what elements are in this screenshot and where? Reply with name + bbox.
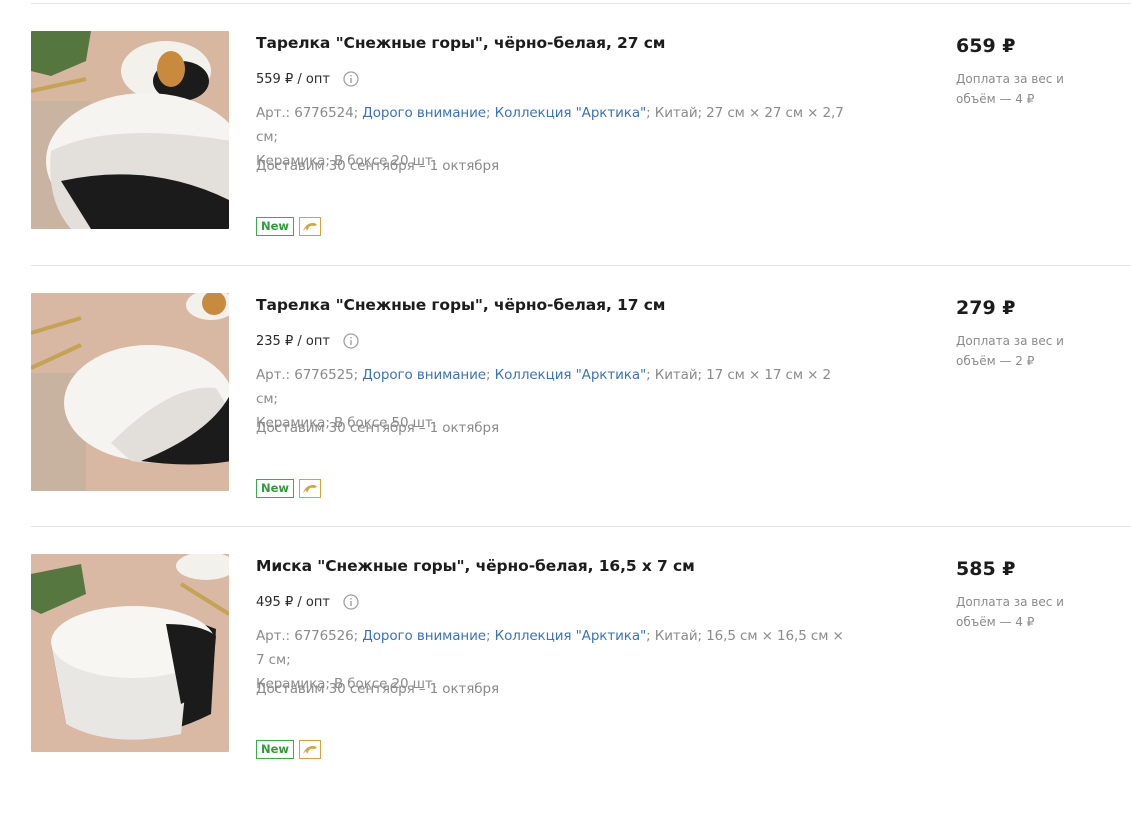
wholesale-price: 559 ₽ / опт [256,71,359,87]
product-price: 279 ₽ [956,297,1016,319]
badge-row: New [256,217,322,236]
wholesale-price-text: 495 ₽ / опт [256,594,330,610]
product-divider [31,265,1131,266]
tag-link-gift[interactable]: Дорого внимание [362,367,486,383]
top-divider [31,3,1131,4]
product-title[interactable]: Миска "Снежные горы", чёрно-белая, 16,5 … [256,557,695,575]
tag-link-gift[interactable]: Дорого внимание [362,628,486,644]
product-price: 659 ₽ [956,35,1016,57]
info-icon[interactable] [343,594,359,610]
tag-link-collection[interactable]: Коллекция "Арктика" [495,367,647,383]
article-number: Арт.: 6776524; [256,105,359,121]
product-card: Миска "Снежные горы", чёрно-белая, 16,5 … [0,554,1131,816]
surcharge-note: Доплата за вес и объём — 2 ₽ [956,334,1064,368]
product-image[interactable] [31,554,229,752]
new-badge: New [256,217,295,236]
wholesale-price: 235 ₽ / опт [256,333,359,349]
separator: ; [485,628,491,644]
badge-row: New [256,740,322,759]
wholesale-price: 495 ₽ / опт [256,594,359,610]
surcharge-note: Доплата за вес и объём — 4 ₽ [956,595,1064,629]
product-title[interactable]: Тарелка "Снежные горы", чёрно-белая, 17 … [256,296,665,314]
wholesale-price-text: 559 ₽ / опт [256,71,330,87]
product-image[interactable] [31,31,229,229]
new-badge: New [256,740,295,759]
product-title[interactable]: Тарелка "Снежные горы", чёрно-белая, 27 … [256,34,665,52]
new-badge: New [256,479,295,498]
tag-link-collection[interactable]: Коллекция "Арктика" [495,628,647,644]
info-icon[interactable] [343,333,359,349]
product-card: Тарелка "Снежные горы", чёрно-белая, 27 … [0,31,1131,293]
info-icon[interactable] [343,71,359,87]
product-price: 585 ₽ [956,558,1016,580]
separator: ; [485,105,491,121]
wholesale-price-text: 235 ₽ / опт [256,333,330,349]
delivery-info: Доставим 30 сентября – 1 октября [256,158,500,174]
article-number: Арт.: 6776525; [256,367,359,383]
product-image[interactable] [31,293,229,491]
surcharge-note: Доплата за вес и объём — 4 ₽ [956,72,1064,106]
product-divider [31,526,1131,527]
separator: ; [485,367,491,383]
dolphin-icon [299,479,322,498]
dolphin-icon [299,740,322,759]
product-card: Тарелка "Снежные горы", чёрно-белая, 17 … [0,293,1131,555]
delivery-info: Доставим 30 сентября – 1 октября [256,420,500,436]
dolphin-icon [299,217,322,236]
tag-link-collection[interactable]: Коллекция "Арктика" [495,105,647,121]
article-number: Арт.: 6776526; [256,628,359,644]
tag-link-gift[interactable]: Дорого внимание [362,105,486,121]
delivery-info: Доставим 30 сентября – 1 октября [256,681,500,697]
badge-row: New [256,479,322,498]
